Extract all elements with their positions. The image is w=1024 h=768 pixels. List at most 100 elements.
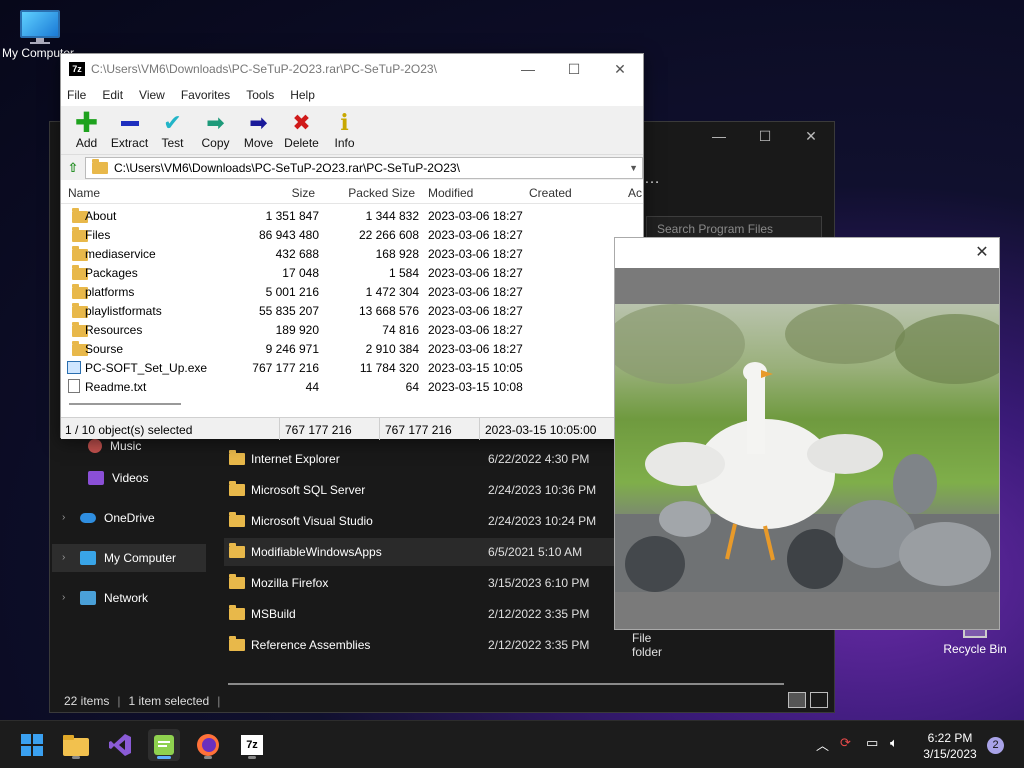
- nav-label: OneDrive: [104, 511, 155, 525]
- folder-up-icon[interactable]: ⇧: [61, 157, 85, 179]
- move-label: Move: [243, 136, 274, 150]
- table-row[interactable]: Readme.txt 44 64 2023-03-15 10:08: [61, 377, 645, 396]
- delete-button[interactable]: ✖ Delete: [280, 106, 323, 154]
- test-button[interactable]: ✔ Test: [151, 106, 194, 154]
- chevron-down-icon[interactable]: ▼: [629, 163, 638, 173]
- row-size: 55 835 207: [258, 304, 319, 318]
- close-button[interactable]: ✕: [788, 122, 834, 150]
- table-row[interactable]: Packages 17 048 1 584 2023-03-06 18:27: [61, 263, 645, 282]
- nav-label: Network: [104, 591, 149, 605]
- nav-item-my-computer[interactable]: My Computer: [52, 544, 206, 572]
- list-item[interactable]: Microsoft Visual Studio 2/24/2023 10:24 …: [224, 507, 614, 535]
- column-accessed[interactable]: Ac: [628, 186, 642, 200]
- column-packed-size[interactable]: Packed Size: [348, 186, 415, 200]
- extract-button[interactable]: Extract: [108, 106, 151, 154]
- file-name: Internet Explorer: [251, 452, 340, 466]
- nav-item-videos[interactable]: Videos: [88, 464, 148, 492]
- column-name[interactable]: Name: [68, 186, 100, 200]
- list-item[interactable]: Reference Assemblies 2/12/2022 3:35 PM F…: [224, 631, 662, 659]
- table-row[interactable]: Sourse 9 246 971 2 910 384 2023-03-06 18…: [61, 339, 645, 358]
- copy-button[interactable]: ➡ Copy: [194, 106, 237, 154]
- more-options-icon[interactable]: …: [644, 170, 661, 188]
- minus-icon: [120, 113, 139, 133]
- folder-icon: [92, 158, 108, 174]
- column-created[interactable]: Created: [529, 186, 572, 200]
- windows-start-icon[interactable]: [16, 729, 48, 761]
- menu-file[interactable]: File: [67, 88, 86, 102]
- chevron-right-icon[interactable]: ›: [62, 512, 65, 523]
- chevron-right-icon[interactable]: ›: [62, 552, 65, 563]
- table-row[interactable]: Files 86 943 480 22 266 608 2023-03-06 1…: [61, 225, 645, 244]
- minimize-button[interactable]: —: [696, 122, 742, 150]
- table-row[interactable]: mediaservice 432 688 168 928 2023-03-06 …: [61, 244, 645, 263]
- chevron-up-icon[interactable]: ︿: [816, 735, 829, 754]
- file-date: 2/12/2022 3:35 PM: [488, 638, 590, 652]
- 7zip-icon[interactable]: 7z: [236, 729, 268, 761]
- list-item[interactable]: Microsoft SQL Server 2/24/2023 10:36 PM: [224, 476, 614, 504]
- visual-studio-icon[interactable]: [104, 729, 136, 761]
- list-item[interactable]: MSBuild 2/12/2022 3:35 PM: [224, 600, 614, 628]
- move-button[interactable]: ➡ Move: [237, 106, 280, 154]
- status-modified: 2023-03-15 10:05:00: [485, 423, 597, 437]
- address-bar: ⇧ C:\Users\VM6\Downloads\PC-SeTuP-2O23.r…: [61, 154, 643, 180]
- horizontal-scrollbar[interactable]: [69, 403, 181, 405]
- folder-icon: [229, 543, 245, 558]
- notification-badge[interactable]: 2: [987, 737, 1004, 754]
- row-packed: 2 910 384: [365, 342, 419, 356]
- list-item[interactable]: Internet Explorer 6/22/2022 4:30 PM: [224, 445, 614, 473]
- monitor-icon[interactable]: ▭: [866, 735, 878, 751]
- menu-bar: File Edit View Favorites Tools Help: [61, 84, 643, 106]
- file-explorer-icon[interactable]: [60, 729, 92, 761]
- add-button[interactable]: ✚ Add: [65, 106, 108, 154]
- chevron-right-icon[interactable]: ›: [62, 592, 65, 603]
- menu-tools[interactable]: Tools: [246, 88, 274, 102]
- table-row[interactable]: playlistformats 55 835 207 13 668 576 20…: [61, 301, 645, 320]
- computer-monitor-icon: [20, 10, 60, 44]
- firefox-icon[interactable]: [192, 729, 224, 761]
- row-name: Resources: [85, 323, 143, 337]
- file-date: 6/5/2021 5:10 AM: [488, 545, 583, 559]
- notepad-app-icon[interactable]: [148, 729, 180, 761]
- horizontal-scrollbar[interactable]: [228, 683, 784, 685]
- nav-item-network[interactable]: Network: [80, 584, 148, 612]
- row-modified: 2023-03-06 18:27: [428, 342, 523, 356]
- address-path: C:\Users\VM6\Downloads\PC-SeTuP-2O23.rar…: [114, 160, 460, 175]
- test-label: Test: [161, 136, 184, 150]
- row-name: playlistformats: [85, 304, 162, 318]
- list-item[interactable]: Mozilla Firefox 3/15/2023 6:10 PM: [224, 569, 614, 597]
- folder-icon: [229, 574, 245, 589]
- minimize-button[interactable]: —: [505, 54, 551, 84]
- status-item-count: 22 items: [64, 694, 110, 708]
- close-button[interactable]: ✕: [971, 242, 993, 264]
- column-size[interactable]: Size: [292, 186, 315, 200]
- clock[interactable]: 6:22 PM 3/15/2023: [916, 730, 984, 762]
- clock-date: 3/15/2023: [923, 747, 977, 761]
- info-button[interactable]: i Info: [323, 106, 366, 154]
- video-popup-window: ✕: [614, 237, 1000, 630]
- table-row[interactable]: Resources 189 920 74 816 2023-03-06 18:2…: [61, 320, 645, 339]
- large-icons-view-icon[interactable]: [810, 692, 828, 708]
- speaker-icon[interactable]: 🔈︎: [890, 735, 898, 751]
- row-packed: 22 266 608: [358, 228, 419, 242]
- nav-item-onedrive[interactable]: OneDrive: [80, 504, 155, 532]
- column-modified[interactable]: Modified: [428, 186, 473, 200]
- sync-icon[interactable]: ⟳: [840, 735, 851, 751]
- list-item[interactable]: ModifiableWindowsApps 6/5/2021 5:10 AM: [224, 538, 614, 566]
- address-input[interactable]: C:\Users\VM6\Downloads\PC-SeTuP-2O23.rar…: [85, 156, 643, 179]
- menu-favorites[interactable]: Favorites: [181, 88, 230, 102]
- maximize-button[interactable]: ☐: [742, 122, 788, 150]
- close-button[interactable]: ✕: [597, 54, 643, 84]
- details-view-icon[interactable]: [788, 692, 806, 708]
- table-row[interactable]: PC-SOFT_Set_Up.exe 767 177 216 11 784 32…: [61, 358, 645, 377]
- maximize-button[interactable]: ☐: [551, 54, 597, 84]
- table-row[interactable]: About 1 351 847 1 344 832 2023-03-06 18:…: [61, 206, 645, 225]
- row-name: Files: [85, 228, 111, 242]
- nav-label: My Computer: [104, 551, 177, 565]
- table-row[interactable]: platforms 5 001 216 1 472 304 2023-03-06…: [61, 282, 645, 301]
- row-packed: 11 784 320: [359, 361, 419, 375]
- row-packed: 1 344 832: [365, 209, 419, 223]
- menu-view[interactable]: View: [139, 88, 165, 102]
- menu-help[interactable]: Help: [290, 88, 315, 102]
- menu-edit[interactable]: Edit: [102, 88, 123, 102]
- folder-icon: [229, 481, 245, 496]
